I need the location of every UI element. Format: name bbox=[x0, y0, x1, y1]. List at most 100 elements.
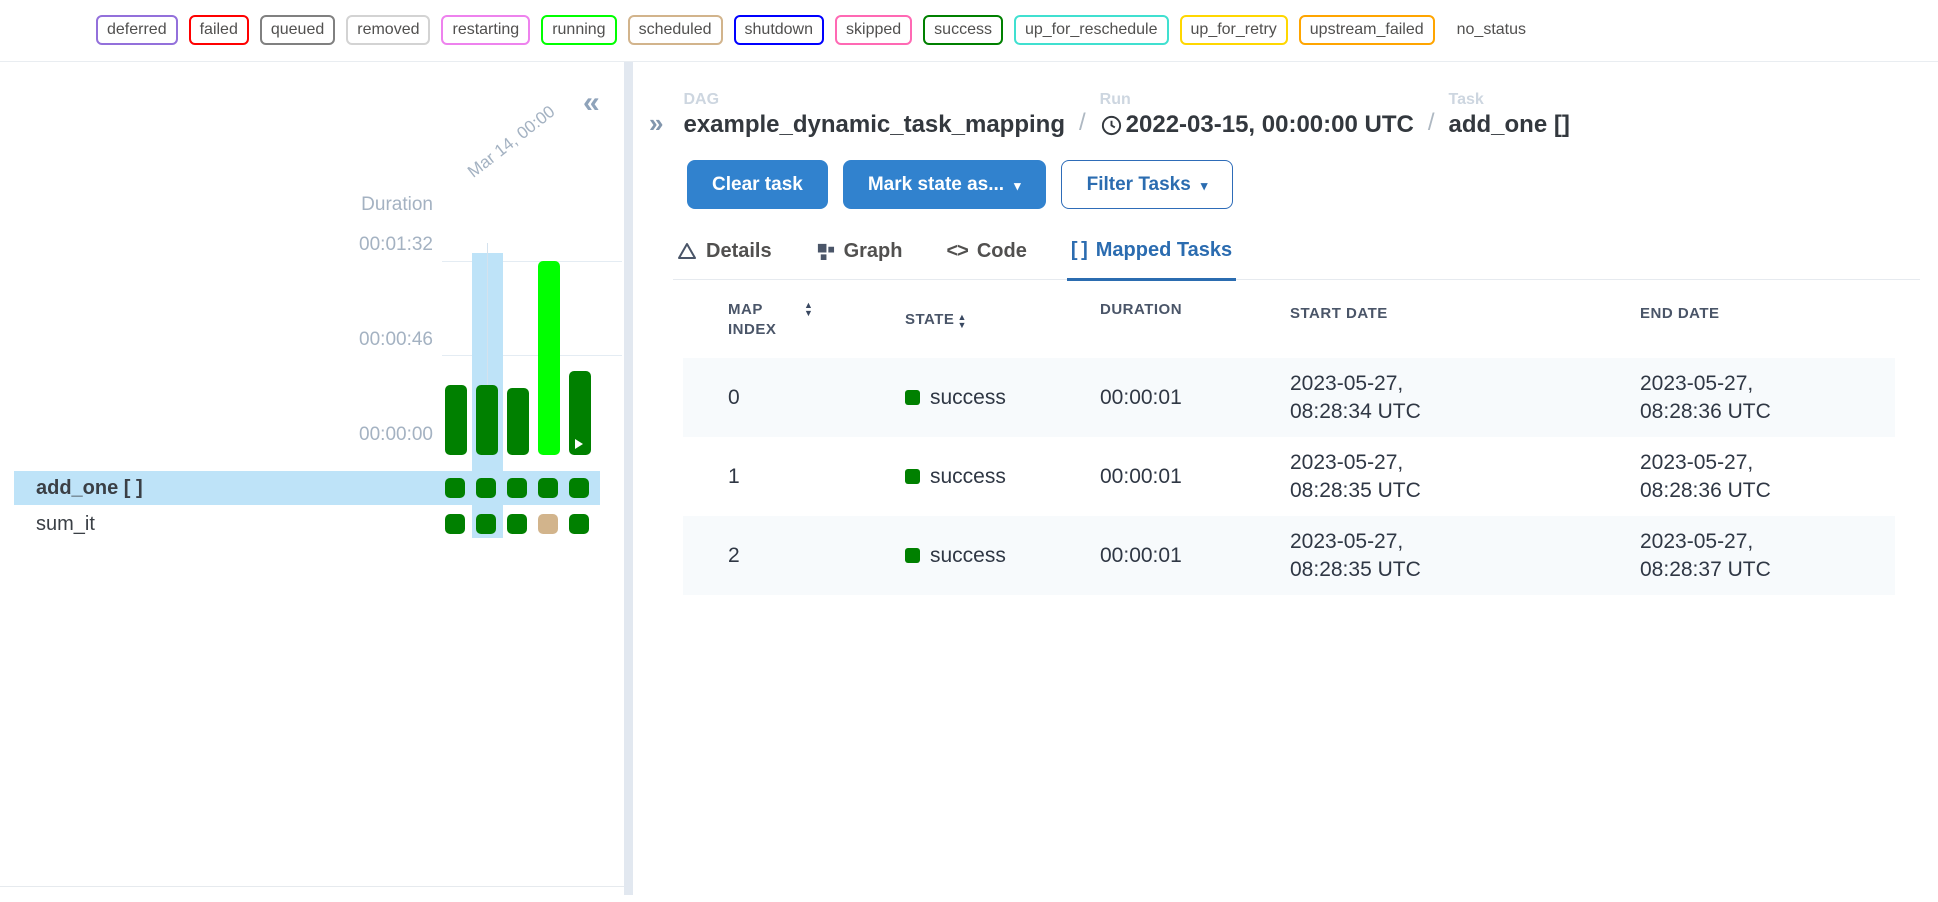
mark-state-as-button[interactable]: Mark state as... ▾ bbox=[843, 160, 1046, 209]
duration-chart-bars bbox=[445, 261, 591, 455]
tab-graph[interactable]: Graph bbox=[812, 239, 907, 279]
cell-end-date: 2023-05-27, 08:28:36 UTC bbox=[1590, 449, 1895, 505]
cell-duration: 00:00:01 bbox=[1055, 544, 1245, 568]
cell-duration: 00:00:01 bbox=[1055, 386, 1245, 410]
status-badge-failed: failed bbox=[189, 15, 249, 45]
mapped-task-row[interactable]: 0 success 00:00:012023-05-27, 08:28:34 UTC… bbox=[683, 358, 1895, 437]
status-badge-success: success bbox=[923, 15, 1003, 45]
column-header-duration: DURATION bbox=[1055, 300, 1245, 340]
details-panel: » DAG example_dynamic_task_mapping / Run… bbox=[633, 62, 1938, 895]
breadcrumb-separator: / bbox=[1428, 109, 1435, 137]
tab-mapped-tasks[interactable]: [ ] Mapped Tasks bbox=[1067, 239, 1236, 281]
details-triangle-icon bbox=[677, 241, 697, 261]
state-square-icon bbox=[905, 548, 920, 563]
column-header-state[interactable]: STATE ▲▼ bbox=[870, 300, 1055, 340]
column-header-start-date: START DATE bbox=[1245, 300, 1590, 340]
task-instance-squares-0 bbox=[445, 478, 589, 498]
task-instance-square[interactable] bbox=[538, 514, 558, 534]
run-bar-0[interactable] bbox=[445, 385, 467, 455]
state-square-icon bbox=[905, 390, 920, 405]
tab-code[interactable]: <> Code bbox=[943, 239, 1031, 279]
state-square-icon bbox=[905, 469, 920, 484]
y-axis-tick: 00:00:00 bbox=[313, 424, 433, 446]
caret-down-icon: ▾ bbox=[1014, 178, 1021, 194]
breadcrumb-run-label: Run bbox=[1100, 90, 1414, 109]
task-instance-square[interactable] bbox=[445, 514, 465, 534]
status-badge-queued: queued bbox=[260, 15, 335, 45]
tab-label: Graph bbox=[844, 240, 903, 263]
task-instance-square[interactable] bbox=[569, 514, 589, 534]
run-date-axis-label: Mar 14, 00:00 bbox=[463, 101, 559, 183]
task-instance-square[interactable] bbox=[507, 478, 527, 498]
tab-label: Mapped Tasks bbox=[1096, 239, 1232, 262]
code-icon: <> bbox=[947, 240, 968, 263]
column-header-map-index[interactable]: MAP INDEX ▲▼ bbox=[683, 300, 870, 340]
expand-panel-icon[interactable]: » bbox=[649, 110, 663, 136]
run-bar-3[interactable] bbox=[538, 261, 560, 455]
mark-state-label: Mark state as... bbox=[868, 174, 1004, 196]
sort-icon: ▲▼ bbox=[804, 301, 813, 317]
tab-details[interactable]: Details bbox=[673, 239, 776, 279]
collapse-panel-icon[interactable]: « bbox=[583, 88, 600, 118]
state-label: success bbox=[930, 386, 1006, 410]
status-badge-up_for_reschedule: up_for_reschedule bbox=[1014, 15, 1169, 45]
cell-end-date: 2023-05-27, 08:28:36 UTC bbox=[1590, 370, 1895, 426]
duration-axis-title: Duration bbox=[361, 194, 433, 216]
breadcrumb-task-label: Task bbox=[1449, 90, 1570, 109]
airflow-grid-page: deferredfailedqueuedremovedrestartingrun… bbox=[0, 0, 1938, 902]
graph-icon bbox=[816, 242, 835, 261]
run-date-text: 2022-03-15, 00:00:00 UTC bbox=[1126, 109, 1414, 140]
task-instance-square[interactable] bbox=[507, 514, 527, 534]
task-instance-square[interactable] bbox=[476, 514, 496, 534]
cell-end-date: 2023-05-27, 08:28:37 UTC bbox=[1590, 528, 1895, 584]
manual-run-play-triangle-icon bbox=[575, 439, 583, 449]
mapped-tasks-header: MAP INDEX ▲▼ STATE ▲▼ DURATION START DAT… bbox=[683, 280, 1895, 358]
status-badge-skipped: skipped bbox=[835, 15, 912, 45]
cell-state: success bbox=[870, 465, 1055, 489]
column-label: END DATE bbox=[1640, 300, 1720, 328]
cell-duration: 00:00:01 bbox=[1055, 465, 1245, 489]
clear-task-button[interactable]: Clear task bbox=[687, 160, 828, 209]
column-label: STATE bbox=[905, 310, 954, 330]
y-axis-tick: 00:00:46 bbox=[313, 329, 433, 351]
task-instance-square[interactable] bbox=[476, 478, 496, 498]
panel-resize-handle[interactable] bbox=[624, 62, 633, 895]
cell-state: success bbox=[870, 544, 1055, 568]
status-badge-no_status: no_status bbox=[1446, 15, 1537, 45]
breadcrumb-dag-value[interactable]: example_dynamic_task_mapping bbox=[683, 109, 1065, 140]
state-label: success bbox=[930, 465, 1006, 489]
breadcrumb-run-value[interactable]: 2022-03-15, 00:00:00 UTC bbox=[1100, 109, 1414, 140]
filter-tasks-label: Filter Tasks bbox=[1087, 174, 1191, 196]
breadcrumb: » DAG example_dynamic_task_mapping / Run… bbox=[649, 90, 1938, 140]
panel-bottom-border bbox=[0, 886, 624, 887]
breadcrumb-dag-label: DAG bbox=[683, 90, 1065, 109]
status-badge-scheduled: scheduled bbox=[628, 15, 723, 45]
cell-start-date: 2023-05-27, 08:28:34 UTC bbox=[1245, 370, 1590, 426]
brackets-icon: [ ] bbox=[1071, 239, 1087, 262]
mapped-tasks-rows: 0success00:00:012023-05-27, 08:28:34 UTC… bbox=[683, 358, 1895, 595]
breadcrumb-separator: / bbox=[1079, 109, 1086, 137]
status-badge-shutdown: shutdown bbox=[734, 15, 825, 45]
run-bar-4[interactable] bbox=[569, 371, 591, 455]
task-name: add_one [ ] bbox=[36, 477, 143, 499]
cell-map-index: 1 bbox=[683, 465, 870, 489]
task-instance-square[interactable] bbox=[445, 478, 465, 498]
sort-icon: ▲▼ bbox=[957, 313, 966, 329]
run-bar-1[interactable] bbox=[476, 385, 498, 455]
column-label: MAP INDEX bbox=[728, 300, 792, 340]
mapped-task-row[interactable]: 1success00:00:012023-05-27, 08:28:35 UTC… bbox=[683, 437, 1895, 516]
mapped-task-row[interactable]: 2success00:00:012023-05-27, 08:28:35 UTC… bbox=[683, 516, 1895, 595]
status-badge-deferred: deferred bbox=[96, 15, 178, 45]
cell-state: success bbox=[870, 386, 1055, 410]
task-instance-square[interactable] bbox=[538, 478, 558, 498]
grid-panel: « Duration Mar 14, 00:00 00:01:32 00:00:… bbox=[0, 62, 624, 895]
cell-start-date: 2023-05-27, 08:28:35 UTC bbox=[1245, 528, 1590, 584]
task-instance-square[interactable] bbox=[569, 478, 589, 498]
status-badge-upstream_failed: upstream_failed bbox=[1299, 15, 1435, 45]
run-bar-2[interactable] bbox=[507, 388, 529, 455]
tab-label: Details bbox=[706, 240, 772, 263]
breadcrumb-task-value[interactable]: add_one [] bbox=[1449, 109, 1570, 140]
y-axis-tick: 00:01:32 bbox=[313, 234, 433, 256]
filter-tasks-button[interactable]: Filter Tasks ▾ bbox=[1061, 160, 1234, 209]
cell-map-index: 0 bbox=[683, 386, 870, 410]
